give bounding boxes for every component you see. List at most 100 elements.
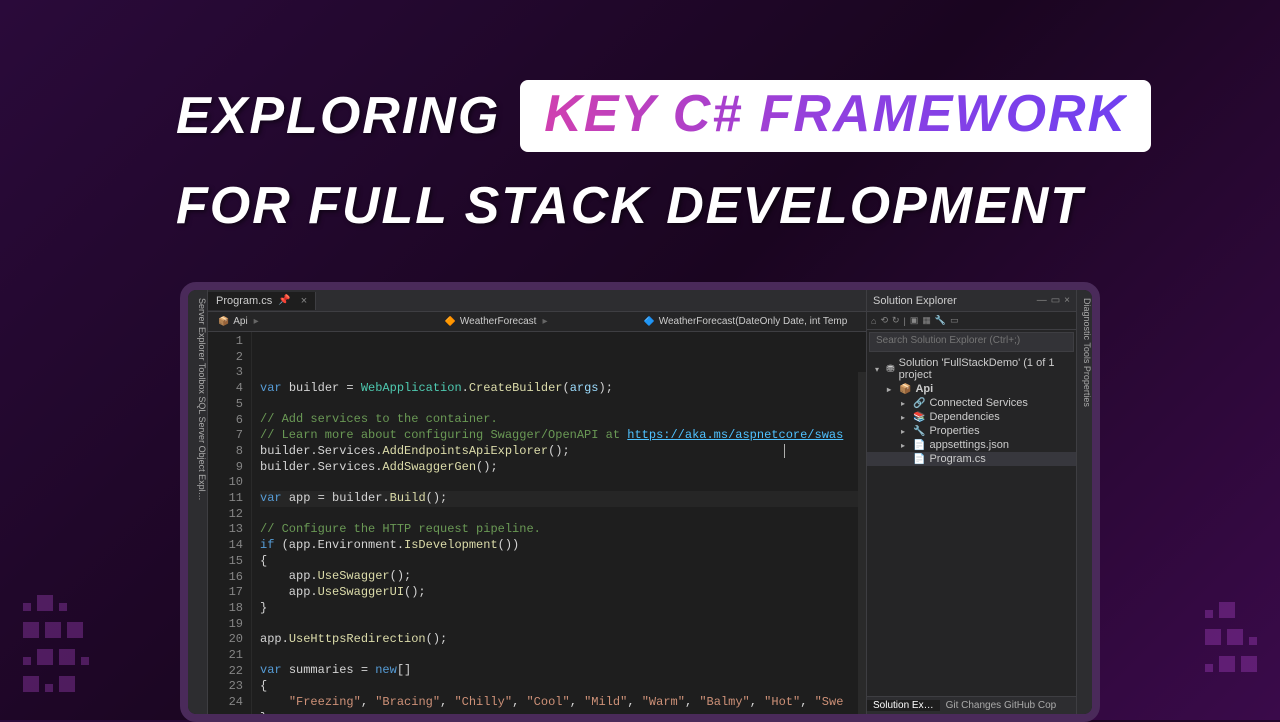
breadcrumb-type[interactable]: 🔶 WeatherForecast (439, 316, 543, 327)
preview-icon[interactable]: ▭ (950, 315, 959, 326)
chevron-down-icon: ▾ (875, 365, 882, 374)
line-number: 20 (208, 632, 243, 648)
code-line[interactable]: app.UseSwaggerUI(); (260, 585, 866, 601)
code-line[interactable]: "Freezing", "Bracing", "Chilly", "Cool",… (260, 695, 866, 711)
search-input[interactable] (870, 333, 1073, 348)
line-number: 6 (208, 413, 243, 429)
code-line[interactable]: var summaries = new[] (260, 663, 866, 679)
line-number: 19 (208, 617, 243, 633)
decoration-dots-right (1202, 599, 1260, 680)
code-line[interactable]: if (app.Environment.IsDevelopment()) (260, 538, 866, 554)
show-all-icon[interactable]: ▦ (922, 315, 931, 326)
pin-icon[interactable]: 📌 (278, 295, 290, 306)
collapse-icon[interactable]: ▣ (910, 315, 919, 326)
window-minimize-icon[interactable]: — (1037, 295, 1047, 306)
chevron-icon: ▸ (901, 427, 909, 436)
code-line[interactable]: builder.Services.AddEndpointsApiExplorer… (260, 444, 866, 460)
line-number: 12 (208, 507, 243, 523)
breadcrumb-separator: ▸ (254, 316, 259, 327)
code-line[interactable] (260, 475, 866, 491)
csharp-icon: 📦 (218, 316, 229, 327)
code-line[interactable]: app.UseHttpsRedirection(); (260, 632, 866, 648)
tab-solution-explorer[interactable]: Solution Ex… (867, 700, 940, 711)
line-number: 11 (208, 491, 243, 507)
tree-item[interactable]: ▸📚Dependencies (867, 410, 1076, 424)
tree-item-label: Connected Services (929, 397, 1027, 409)
code-line[interactable]: app.UseSwagger(); (260, 569, 866, 585)
line-number: 22 (208, 664, 243, 680)
line-number: 18 (208, 601, 243, 617)
line-number: 2 (208, 350, 243, 366)
solution-explorer-panel: Solution Explorer — ▭ × ⌂ ⟲ ↻ | ▣ ▦ 🔧 ▭ … (866, 290, 1076, 714)
close-icon[interactable]: × (301, 295, 307, 307)
file-icon: 📄 (913, 454, 925, 465)
solution-icon: ⛃ (886, 364, 894, 375)
method-icon: 🔷 (643, 316, 654, 327)
window-close-icon[interactable]: × (1064, 295, 1070, 306)
breadcrumb-bar: 📦 Api ▸ 🔶 WeatherForecast ▸ 🔷 WeatherFor… (208, 312, 866, 332)
tree-item[interactable]: ▸🔗Connected Services (867, 396, 1076, 410)
panel-title: Solution Explorer (873, 295, 957, 307)
breadcrumb-project[interactable]: 📦 Api (212, 316, 254, 327)
code-line[interactable]: }; (260, 711, 866, 714)
hero-highlight-box: KEY C# FRAMEWORK (520, 80, 1151, 152)
code-content[interactable]: var builder = WebApplication.CreateBuild… (252, 332, 866, 714)
solution-node[interactable]: ▾ ⛃ Solution 'FullStackDemo' (1 of 1 pro… (867, 356, 1076, 382)
breadcrumb-separator: ▸ (542, 316, 547, 327)
right-panel-tabs: Solution Ex… Git Changes GitHub Cop (867, 696, 1076, 714)
chevron-icon: ▸ (901, 441, 909, 450)
solution-explorer-search[interactable] (869, 332, 1074, 352)
code-line[interactable]: builder.Services.AddSwaggerGen(); (260, 460, 866, 476)
tree-item[interactable]: ▸📦Api (867, 382, 1076, 396)
line-number: 16 (208, 570, 243, 586)
code-line[interactable]: { (260, 554, 866, 570)
code-line[interactable]: var builder = WebApplication.CreateBuild… (260, 381, 866, 397)
home-icon[interactable]: ⌂ (871, 316, 876, 326)
hero-highlight-text: KEY C# FRAMEWORK (544, 85, 1127, 143)
line-number: 3 (208, 365, 243, 381)
tree-item-label: Dependencies (929, 411, 999, 423)
ide-window: Server Explorer Toolbox SQL Server Objec… (180, 282, 1100, 722)
line-number: 23 (208, 679, 243, 695)
tab-program-cs[interactable]: Program.cs 📌 × (208, 292, 316, 310)
line-number: 10 (208, 475, 243, 491)
scrollbar-vertical[interactable] (858, 372, 866, 714)
tree-item[interactable]: 📄 Program.cs (867, 452, 1076, 466)
tree-item[interactable]: ▸🔧Properties (867, 424, 1076, 438)
code-line[interactable] (260, 397, 866, 413)
code-line[interactable]: { (260, 679, 866, 695)
line-number: 15 (208, 554, 243, 570)
code-line[interactable] (260, 648, 866, 664)
solution-explorer-toolbar: ⌂ ⟲ ↻ | ▣ ▦ 🔧 ▭ (867, 312, 1076, 330)
code-line[interactable]: var app = builder.Build(); (260, 491, 866, 507)
line-number: 8 (208, 444, 243, 460)
code-line[interactable]: } (260, 601, 866, 617)
code-line[interactable]: // Configure the HTTP request pipeline. (260, 522, 866, 538)
solution-tree: ▾ ⛃ Solution 'FullStackDemo' (1 of 1 pro… (867, 354, 1076, 696)
refresh-icon[interactable]: ↻ (892, 315, 900, 326)
breadcrumb-member[interactable]: 🔷 WeatherForecast(DateOnly Date, int Tem… (637, 316, 853, 327)
tab-label: Program.cs (216, 295, 272, 307)
code-line[interactable] (260, 616, 866, 632)
sync-icon[interactable]: ⟲ (880, 315, 888, 326)
code-line[interactable]: // Add services to the container. (260, 412, 866, 428)
tab-git-changes[interactable]: Git Changes GitHub Cop (940, 700, 1063, 711)
file-icon: 📚 (913, 412, 925, 423)
code-line[interactable]: // Learn more about configuring Swagger/… (260, 428, 866, 444)
hero-title: EXPLORING KEY C# FRAMEWORK FOR FULL STAC… (176, 80, 1180, 236)
code-line[interactable] (260, 507, 866, 523)
tree-item[interactable]: ▸📄appsettings.json (867, 438, 1076, 452)
line-number: 17 (208, 585, 243, 601)
line-number: 9 (208, 460, 243, 476)
right-tool-tabs[interactable]: Diagnostic Tools Properties (1076, 290, 1092, 714)
text-cursor (784, 444, 785, 458)
line-number: 7 (208, 428, 243, 444)
editor-panel: Program.cs 📌 × 📦 Api ▸ 🔶 WeatherForecast… (208, 290, 866, 714)
code-area[interactable]: 123456789101112131415161718192021222324 … (208, 332, 866, 714)
properties-icon[interactable]: 🔧 (935, 315, 946, 326)
line-number: 21 (208, 648, 243, 664)
tree-item-label: Program.cs (929, 453, 985, 465)
window-restore-icon[interactable]: ▭ (1051, 295, 1060, 306)
left-tool-tabs[interactable]: Server Explorer Toolbox SQL Server Objec… (188, 290, 208, 714)
tree-item-label: Api (915, 383, 933, 395)
